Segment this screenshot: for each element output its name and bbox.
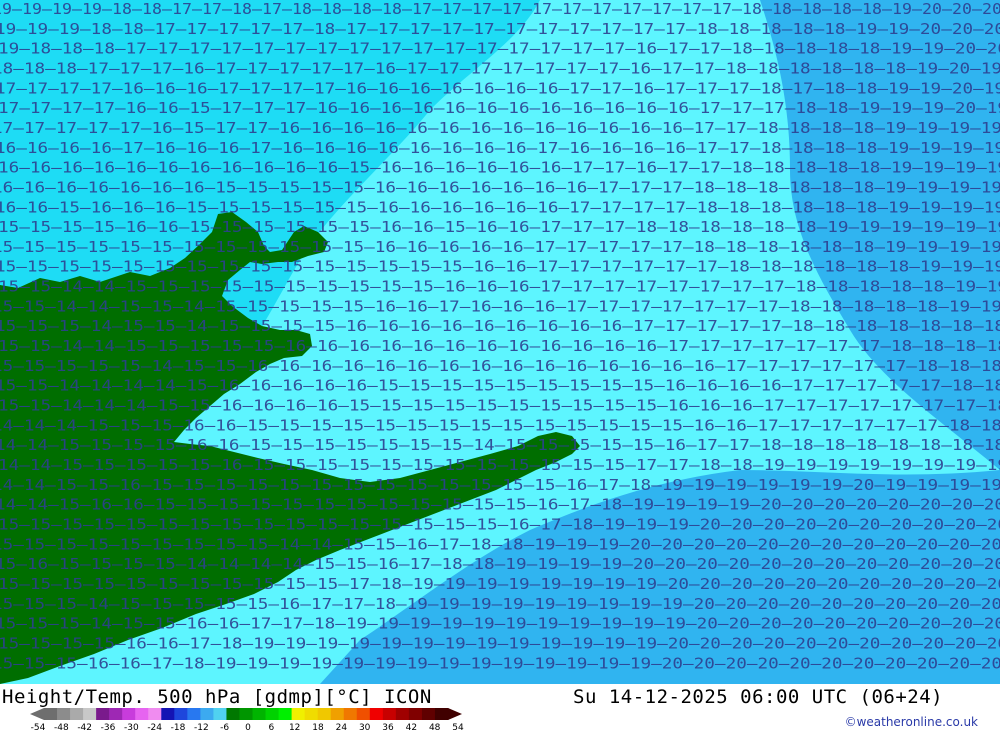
isotherm-label-row: 15—15—15—14—15—15—16—16—17—17—18—19—19—1… xyxy=(0,615,1000,633)
scale-color-swatch xyxy=(265,708,280,720)
isotherm-label-row: 16—16—15—16—16—16—15—15—15—15—15—15—16—1… xyxy=(0,198,1000,216)
isotherm-labels: 19—19—19—19—18—18—17—17—18—17—18—18—18—1… xyxy=(0,0,1000,672)
scale-color-swatch xyxy=(343,708,358,720)
isotherm-label-row: 14—14—15—15—15—15—15—16—15—15—15—15—15—1… xyxy=(0,456,1000,474)
scale-color-swatch xyxy=(161,708,175,720)
isotherm-label-row: 15—16—15—15—15—15—14—14—14—14—15—15—16—1… xyxy=(0,555,1000,573)
scale-tick-label: 54 xyxy=(452,723,464,732)
isotherm-label-row: 19—18—18—18—17—17—17—17—17—17—17—17—17—1… xyxy=(0,40,1000,58)
scale-color-swatch xyxy=(109,708,123,720)
scale-tick-label: -24 xyxy=(147,723,162,732)
map-datetime: Su 14-12-2025 06:00 UTC (06+24) xyxy=(573,686,944,708)
map-footer: Height/Temp. 500 hPa [gdmp][°C] ICON Su … xyxy=(0,684,1000,733)
scale-color-swatch xyxy=(304,708,319,720)
scale-tick-label: 18 xyxy=(312,723,324,732)
isotherm-label-row: 14—14—14—15—15—15—16—16—15—15—15—15—15—1… xyxy=(0,416,1000,434)
isotherm-label-row: 15—15—15—16—16—17—18—19—19—19—19—19—19—1… xyxy=(0,654,1000,672)
scale-tick-label: 0 xyxy=(245,723,251,732)
isotherm-label-row: 16—16—16—16—16—16—16—16—16—16—16—15—16—1… xyxy=(0,159,1000,177)
isotherm-label-row: 14—14—15—16—16—15—15—15—15—15—15—15—15—1… xyxy=(0,496,1000,514)
scale-tick-label: 6 xyxy=(268,723,274,732)
isotherm-label-row: 19—19—19—19—18—18—17—17—18—17—18—18—18—1… xyxy=(0,0,1000,18)
isotherm-label-row: 15—15—15—15—15—15—15—15—15—15—15—15—16—1… xyxy=(0,238,1000,256)
scale-tick-label: 36 xyxy=(382,723,394,732)
scale-tick-label: 42 xyxy=(406,723,417,732)
credit-link[interactable]: ©weatheronline.co.uk xyxy=(845,715,978,729)
scale-color-swatch xyxy=(421,708,436,720)
scale-color-swatch xyxy=(382,708,397,720)
scale-color-swatch xyxy=(200,708,214,720)
scale-color-swatch xyxy=(187,708,201,720)
isotherm-label-row: 15—15—15—15—15—15—15—15—15—15—15—15—15—1… xyxy=(0,258,1000,276)
scale-color-swatch xyxy=(356,708,371,720)
scale-color-swatch xyxy=(57,708,71,720)
scale-color-swatch xyxy=(135,708,149,720)
color-scale-legend: -54 -48 -42 -36 -30 -24 -18 -12 -6 0 6 12 18 24 30 36 42… xyxy=(30,708,464,732)
scale-color-swatch xyxy=(239,708,254,720)
scale-color-swatch xyxy=(408,708,423,720)
isotherm-label-row: 16—16—16—16—16—16—16—15—15—15—15—15—16—1… xyxy=(0,178,1000,196)
isotherm-label-row: 17—17—17—17—17—16—15—17—17—16—16—16—16—1… xyxy=(0,119,1000,137)
isotherm-label-row: 14—14—15—15—15—15—16—16—15—15—15—15—15—1… xyxy=(0,436,1000,454)
scale-tick-label: -30 xyxy=(124,723,139,732)
isotherm-label-row: 15—15—14—14—14—15—15—16—16—16—16—15—15—1… xyxy=(0,397,1000,415)
scale-color-swatch xyxy=(434,708,449,720)
scale-color-swatch xyxy=(330,708,345,720)
scale-color-swatch xyxy=(291,708,306,720)
scale-tick-label: -18 xyxy=(171,723,186,732)
scale-tick-label: -48 xyxy=(54,723,69,732)
scale-color-swatch xyxy=(96,708,110,720)
scale-tick-label: 30 xyxy=(359,723,371,732)
isotherm-label-row: 15—15—15—15—16—16—17—18—19—19—19—19—19—1… xyxy=(0,634,1000,652)
scale-color-swatch xyxy=(122,708,136,720)
scale-tick-label: -12 xyxy=(194,723,209,732)
scale-color-swatch xyxy=(278,708,293,720)
isotherm-label-row: 19—19—19—18—18—17—17—17—17—17—18—17—17—1… xyxy=(0,20,1000,38)
scale-color-swatch xyxy=(83,708,97,720)
scale-color-swatch xyxy=(226,708,240,720)
scale-color-swatch xyxy=(252,708,267,720)
scale-tick-label: -42 xyxy=(77,723,92,732)
scale-tick-label: 24 xyxy=(336,723,348,732)
scale-color-swatch xyxy=(317,708,332,720)
isotherm-label-row: 15—15—14—14—15—15—14—15—15—15—15—15—16—1… xyxy=(0,297,1000,315)
isotherm-label-row: 14—14—15—15—16—15—15—15—15—15—15—15—15—1… xyxy=(0,476,1000,494)
isotherm-label-row: 17—17—17—17—16—16—16—17—17—17—17—16—16—1… xyxy=(0,79,1000,97)
isotherm-label-row: 15—15—15—14—15—15—14—15—15—15—15—16—16—1… xyxy=(0,317,1000,335)
scale-color-swatch xyxy=(148,708,162,720)
scale-tick-label: 12 xyxy=(289,723,300,732)
isotherm-label-row: 15—15—15—15—16—16—15—15—15—15—15—15—16—1… xyxy=(0,218,1000,236)
scale-tick-label: -6 xyxy=(220,723,229,732)
scale-color-swatch xyxy=(70,708,84,720)
isotherm-label-row: 15—15—15—14—15—15—15—15—15—16—17—17—18—1… xyxy=(0,595,1000,613)
map-title: Height/Temp. 500 hPa [gdmp][°C] ICON xyxy=(2,686,432,708)
scale-right-arrow xyxy=(448,708,462,720)
isotherm-label-row: 15—15—14—14—15—15—15—15—15—15—15—15—15—1… xyxy=(0,278,1000,296)
isotherm-label-row: 15—15—15—15—15—15—15—15—15—15—15—17—18—1… xyxy=(0,575,1000,593)
scale-color-swatch xyxy=(174,708,188,720)
scale-left-arrow xyxy=(30,708,44,720)
isotherm-label-row: 15—15—15—15—15—15—15—15—15—14—14—15—15—1… xyxy=(0,535,1000,553)
scale-tick-label: -54 xyxy=(31,723,46,732)
isotherm-label-row: 15—15—14—14—15—15—15—15—15—16—16—16—16—1… xyxy=(0,337,1000,355)
isotherm-label-row: 16—16—16—16—17—16—16—16—17—16—16—16—16—1… xyxy=(0,139,1000,157)
scale-color-swatch xyxy=(369,708,384,720)
isotherm-label-row: 15—15—14—14—14—14—15—16—16—16—16—16—15—1… xyxy=(0,377,1000,395)
scale-tick-label: 48 xyxy=(429,723,441,732)
isotherm-label-row: 18—18—18—17—17—17—16—17—17—17—17—17—16—1… xyxy=(0,59,1000,77)
scale-color-swatch xyxy=(395,708,410,720)
scale-color-swatch xyxy=(213,708,227,720)
weather-map: 19—19—19—19—18—18—17—17—18—17—18—18—18—1… xyxy=(0,0,1000,684)
isotherm-label-row: 17—17—17—17—16—16—15—17—17—17—16—16—16—1… xyxy=(0,99,1000,117)
scale-color-swatch xyxy=(44,708,58,720)
scale-tick-label: -36 xyxy=(101,723,116,732)
isotherm-label-row: 15—15—15—15—15—15—15—15—15—15—15—15—15—1… xyxy=(0,515,1000,533)
isotherm-label-row: 15—15—15—15—15—14—15—15—16—16—16—16—16—1… xyxy=(0,357,1000,375)
